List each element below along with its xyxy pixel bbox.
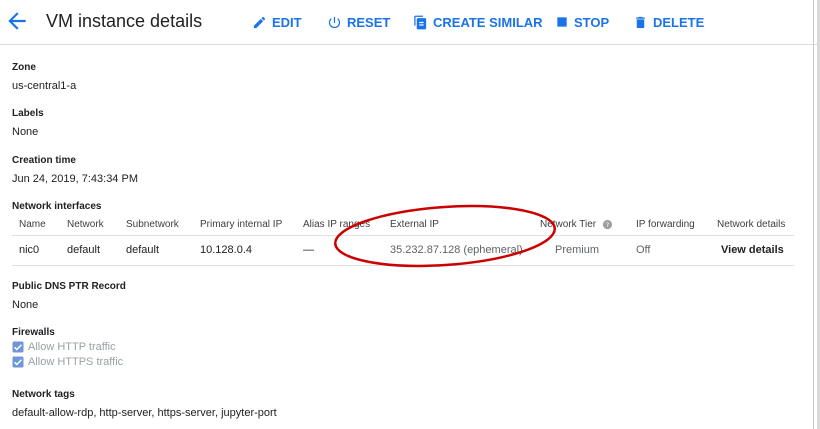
col-name: Name — [19, 219, 46, 230]
col-network-details: Network details — [717, 219, 786, 230]
stop-label: STOP — [574, 14, 610, 30]
stop-button[interactable]: STOP — [555, 13, 609, 31]
row-alias-ip: — — [303, 244, 314, 256]
zone-label: Zone — [12, 62, 36, 73]
copy-document-icon — [414, 15, 427, 29]
row-name: nic0 — [19, 244, 40, 256]
row-subnetwork: default — [126, 244, 160, 256]
stop-icon — [557, 17, 567, 27]
svg-text:?: ? — [606, 221, 609, 229]
network-tags-value: default-allow-rdp, http-server, https-se… — [12, 407, 277, 419]
edit-button[interactable]: EDIT — [252, 13, 302, 31]
col-ip-forwarding: IP forwarding — [636, 219, 695, 230]
row-network-tier: Premium — [555, 244, 600, 256]
checkbox-checked-icon — [12, 356, 24, 368]
arrow-back-icon — [8, 12, 26, 30]
window-border — [813, 0, 814, 429]
view-details-link[interactable]: View details — [721, 244, 784, 256]
create-similar-button[interactable]: CREATE SIMILAR — [413, 13, 543, 31]
network-interfaces-label: Network interfaces — [12, 201, 102, 212]
dns-value: None — [12, 299, 39, 311]
labels-value: None — [12, 126, 39, 138]
pencil-icon — [253, 16, 266, 28]
creation-time-label: Creation time — [12, 155, 76, 166]
power-icon — [328, 16, 341, 28]
firewall-https-label: Allow HTTPS traffic — [28, 356, 124, 368]
delete-button[interactable]: DELETE — [633, 13, 704, 31]
firewall-https: Allow HTTPS traffic — [12, 356, 123, 368]
reset-button[interactable]: RESET — [327, 13, 390, 31]
row-network: default — [67, 244, 101, 256]
edit-label: EDIT — [272, 14, 302, 30]
checkbox-checked-icon — [12, 341, 24, 353]
col-subnetwork: Subnetwork — [126, 219, 179, 230]
create-similar-label: CREATE SIMILAR — [433, 14, 543, 30]
col-network: Network — [67, 219, 104, 230]
firewall-http: Allow HTTP traffic — [12, 341, 116, 353]
toolbar: VM instance details EDIT RESET CREATE SI… — [0, 0, 820, 45]
network-tags-label: Network tags — [12, 389, 75, 400]
row-ip-forwarding: Off — [636, 244, 651, 256]
zone-value: us-central1-a — [12, 80, 77, 92]
creation-time-value: Jun 24, 2019, 7:43:34 PM — [12, 173, 138, 185]
dns-label: Public DNS PTR Record — [12, 281, 126, 292]
firewall-http-label: Allow HTTP traffic — [28, 341, 116, 353]
row-primary-ip: 10.128.0.4 — [200, 244, 252, 256]
back-button[interactable] — [4, 8, 30, 34]
help-icon[interactable]: ? — [602, 219, 613, 230]
delete-label: DELETE — [653, 14, 705, 30]
reset-label: RESET — [347, 14, 391, 30]
col-primary-ip: Primary internal IP — [200, 219, 283, 230]
highlight-ellipse — [333, 204, 557, 268]
firewalls-label: Firewalls — [12, 327, 55, 338]
trash-icon — [636, 16, 645, 28]
page-title: VM instance details — [46, 11, 203, 31]
labels-label: Labels — [12, 108, 44, 119]
